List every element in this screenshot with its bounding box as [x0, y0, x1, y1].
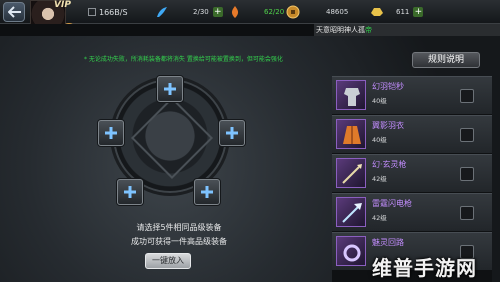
spear-icon — [342, 164, 362, 184]
plus-icon — [226, 127, 238, 139]
item-checkbox[interactable] — [460, 167, 474, 181]
back-button[interactable] — [3, 2, 25, 22]
list-item[interactable]: 幻·玄灵枪 42级 — [332, 154, 492, 192]
armor-icon — [344, 88, 360, 106]
scrolling-notice: 天意昭明神人孤帝 — [314, 24, 500, 36]
item-level: 40级 — [372, 136, 387, 144]
marquee-highlight: 帝 — [365, 26, 372, 34]
item-name: 翼影羽衣 — [372, 121, 404, 130]
network-indicator: 166B/S — [88, 0, 128, 24]
plus-icon — [164, 83, 176, 95]
item-thumbnail — [336, 119, 366, 149]
item-thumbnail — [336, 80, 366, 110]
item-level: 42级 — [372, 214, 387, 222]
plus-icon — [201, 186, 213, 198]
item-checkbox[interactable] — [460, 128, 474, 142]
one-click-add-button[interactable]: 一键放入 — [145, 253, 191, 269]
top-bar: VIP 43 166B/S 2 /30 + 62 /20 + 48605 6 — [0, 0, 500, 37]
coin-value: 48605 — [326, 8, 349, 16]
vip-badge: VIP — [54, 0, 71, 10]
network-speed: 166B/S — [99, 7, 128, 17]
add-stamina-button[interactable]: + — [212, 7, 223, 17]
item-name: 幻·玄灵枪 — [372, 160, 407, 169]
coin-icon — [286, 5, 300, 19]
item-name: 幻羽铠秒 — [372, 82, 404, 91]
hint-line-2: 成功可获得一件高品级装备 — [131, 237, 227, 246]
ingot-value: 611 — [396, 8, 410, 16]
watermark: 维普手游网 — [372, 256, 477, 280]
plus-icon — [105, 127, 117, 139]
plus-icon — [124, 186, 136, 198]
notice-text: * 无论成功失败，所消耗装备都将消失 置换给可能被置换到，但可能会强化 — [84, 56, 283, 63]
flame-icon — [231, 6, 239, 18]
list-item[interactable]: 雷霆闪电枪 42级 — [332, 193, 492, 231]
list-item[interactable]: 幻羽铠秒 40级 — [332, 76, 492, 114]
item-thumbnail — [336, 197, 366, 227]
lightning-spear-icon — [342, 203, 362, 223]
item-name: 雷霆闪电枪 — [372, 199, 412, 208]
back-arrow-icon — [8, 6, 21, 18]
item-checkbox[interactable] — [460, 89, 474, 103]
ingot-icon — [371, 8, 383, 16]
equipment-slot-4[interactable] — [117, 179, 143, 205]
rules-button[interactable]: 规则说明 — [412, 52, 480, 68]
item-thumbnail — [336, 158, 366, 188]
energy-value: 62 — [264, 8, 273, 16]
resource-coins: 48605 — [286, 0, 348, 24]
equipment-slot-1[interactable] — [157, 76, 183, 102]
item-name: 魅灵回路 — [372, 238, 404, 247]
stamina-max: /30 — [197, 8, 209, 16]
equipment-slot-2[interactable] — [98, 120, 124, 146]
resource-stamina: 2 /30 + — [155, 0, 223, 24]
resource-ingots: 611 + — [370, 0, 424, 24]
ring-icon — [343, 244, 361, 262]
list-item[interactable]: 翼影羽衣 40级 — [332, 115, 492, 153]
item-thumbnail — [336, 236, 366, 266]
robe-icon — [343, 126, 361, 144]
add-ingot-button[interactable]: + — [413, 7, 424, 17]
item-checkbox[interactable] — [460, 206, 474, 220]
signal-icon — [88, 8, 96, 16]
item-level: 40级 — [372, 97, 387, 105]
energy-max: /20 — [272, 8, 285, 16]
item-level: 42级 — [372, 175, 387, 183]
equipment-slot-3[interactable] — [219, 120, 245, 146]
marquee-text: 天意昭明神人孤 — [316, 26, 365, 34]
wing-icon — [157, 7, 167, 17]
equipment-slot-5[interactable] — [194, 179, 220, 205]
hint-line-1: 请选择5件相同品级装备 — [136, 223, 222, 232]
